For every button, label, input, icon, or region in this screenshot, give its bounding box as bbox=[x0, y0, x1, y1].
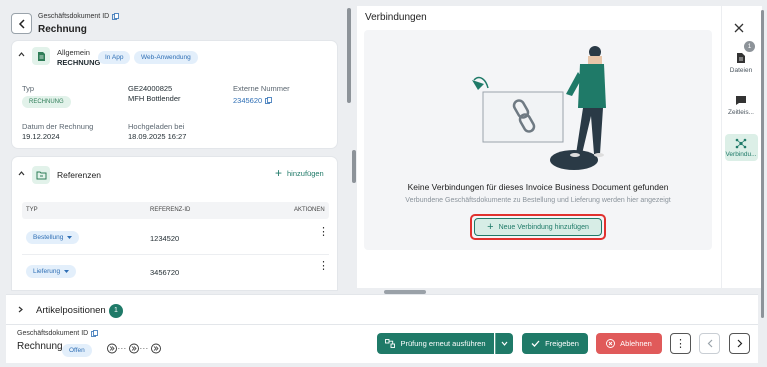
reference-type-label: Lieferung bbox=[33, 268, 61, 275]
reference-type-select[interactable]: Bestellung bbox=[26, 231, 80, 244]
col-actions-header: AKTIONEN bbox=[294, 207, 325, 213]
references-table-header: TYP REFERENZ-ID AKTIONEN bbox=[22, 202, 329, 219]
articles-title: Artikelpositionen bbox=[36, 305, 106, 316]
caret-down-icon bbox=[64, 270, 70, 273]
workflow-steps-icon bbox=[107, 343, 161, 354]
more-vertical-icon: ⋮ bbox=[675, 337, 686, 350]
rail-connections[interactable]: Verbindu... bbox=[723, 138, 759, 158]
uploaded-value: 18.09.2025 16:27 bbox=[128, 132, 187, 141]
rail-timeline[interactable]: Zeitleis... bbox=[723, 95, 759, 116]
right-scrollbar-thumb[interactable] bbox=[761, 10, 764, 318]
general-section-label: Allgemein bbox=[57, 48, 90, 57]
left-scrollbar-thumb[interactable] bbox=[347, 8, 351, 103]
rail-files[interactable]: Dateien bbox=[723, 52, 759, 74]
chip-web-app: Web-Anwendung bbox=[134, 51, 198, 64]
chat-icon bbox=[736, 96, 746, 105]
approve-button[interactable]: Freigeben bbox=[522, 333, 588, 354]
add-connection-label: Neue Verbindung hinzufügen bbox=[498, 223, 589, 231]
chevron-down-icon bbox=[501, 341, 508, 346]
connection-illustration bbox=[472, 46, 606, 170]
col-type-header: TYP bbox=[26, 207, 38, 213]
document-icon bbox=[32, 47, 50, 65]
more-actions-button[interactable]: ⋮ bbox=[670, 333, 691, 354]
row-actions-menu-icon[interactable]: ⋮ bbox=[318, 227, 329, 238]
typ-badge: RECHNUNG bbox=[22, 96, 71, 108]
next-document-button[interactable] bbox=[729, 333, 750, 354]
add-reference-label: hinzufügen bbox=[287, 168, 324, 178]
copy-icon[interactable] bbox=[91, 330, 99, 337]
plus-icon: + bbox=[487, 221, 494, 233]
references-card: Referenzen + hinzufügen TYP REFERENZ-ID … bbox=[12, 157, 337, 290]
folder-icon bbox=[32, 166, 50, 184]
doc-type-label: Geschäftsdokument ID bbox=[38, 13, 110, 20]
reject-label: Ablehnen bbox=[620, 339, 652, 348]
caret-down-icon bbox=[67, 236, 73, 239]
external-number-link[interactable]: 2345620 bbox=[233, 96, 262, 105]
document-number: GE24000825 bbox=[128, 84, 173, 93]
external-number-label: Externe Nummer bbox=[233, 84, 290, 93]
rail-connections-label: Verbindu... bbox=[725, 151, 757, 158]
plus-icon: + bbox=[275, 166, 283, 180]
horizontal-resize-handle[interactable] bbox=[384, 290, 426, 294]
recheck-dropdown-button[interactable] bbox=[495, 333, 513, 354]
general-card: Allgemein RECHNUNG In App Web-Anwendung … bbox=[12, 41, 337, 148]
uploaded-label: Hochgeladen bei bbox=[128, 122, 185, 131]
copy-icon[interactable] bbox=[265, 97, 273, 104]
footer-doc-type-label: Geschäftsdokument ID bbox=[17, 330, 89, 337]
reference-id: 1234520 bbox=[150, 234, 180, 243]
check-icon bbox=[531, 340, 540, 347]
chevron-left-icon bbox=[18, 18, 25, 29]
previous-document-button[interactable] bbox=[699, 333, 720, 354]
approve-label: Freigeben bbox=[545, 339, 579, 348]
page-title: Rechnung bbox=[38, 24, 87, 35]
chevron-up-icon[interactable] bbox=[18, 171, 25, 176]
reference-type-select[interactable]: Lieferung bbox=[26, 265, 77, 278]
company-name: MFH Bottlender bbox=[128, 94, 181, 103]
chevron-left-icon bbox=[707, 339, 712, 348]
empty-state-title: Keine Verbindungen für dieses Invoice Bu… bbox=[407, 182, 669, 192]
connections-title: Verbindungen bbox=[365, 12, 427, 23]
network-icon bbox=[735, 138, 747, 149]
row-actions-menu-icon[interactable]: ⋮ bbox=[318, 261, 329, 272]
close-circle-icon bbox=[606, 339, 616, 348]
reference-id: 3456720 bbox=[150, 268, 180, 277]
status-badge: Offen bbox=[62, 344, 92, 357]
typ-label: Typ bbox=[22, 84, 35, 93]
splitter-handle[interactable] bbox=[352, 150, 356, 183]
table-row: Bestellung 1234520 ⋮ bbox=[22, 221, 329, 255]
general-section-value: RECHNUNG bbox=[57, 58, 101, 67]
references-title: Referenzen bbox=[57, 170, 101, 180]
chevron-right-icon[interactable] bbox=[18, 306, 23, 313]
chevron-up-icon[interactable] bbox=[18, 52, 25, 57]
add-connection-button[interactable]: + Neue Verbindung hinzufügen bbox=[474, 218, 602, 236]
files-count-badge: 1 bbox=[744, 41, 755, 52]
chevron-right-icon bbox=[737, 339, 742, 348]
empty-state-subtitle: Verbundene Geschäftsdokumente zu Bestell… bbox=[405, 197, 671, 204]
chip-in-app: In App bbox=[98, 51, 131, 64]
articles-count-badge: 1 bbox=[109, 304, 123, 318]
table-row: Lieferung 3456720 ⋮ bbox=[22, 255, 329, 289]
footer-doc-title: Rechnung bbox=[17, 341, 63, 352]
close-icon[interactable] bbox=[734, 20, 748, 34]
reject-button[interactable]: Ablehnen bbox=[596, 333, 662, 354]
invoice-date-value: 19.12.2024 bbox=[22, 132, 60, 141]
add-reference-button[interactable]: + hinzufügen bbox=[275, 166, 324, 180]
flow-icon bbox=[385, 339, 396, 348]
rail-timeline-label: Zeitleis... bbox=[727, 109, 754, 116]
app-window: Geschäftsdokument ID Rechnung Allgemein … bbox=[0, 0, 767, 367]
file-icon bbox=[737, 53, 745, 63]
reference-type-label: Bestellung bbox=[33, 234, 64, 241]
copy-icon[interactable] bbox=[112, 13, 120, 20]
back-button[interactable] bbox=[11, 13, 32, 34]
col-id-header: REFERENZ-ID bbox=[150, 207, 191, 213]
rail-files-label: Dateien bbox=[729, 67, 753, 74]
recheck-label: Prüfung erneut ausführen bbox=[400, 339, 486, 348]
recheck-button[interactable]: Prüfung erneut ausführen bbox=[377, 333, 494, 354]
invoice-date-label: Datum der Rechnung bbox=[22, 122, 94, 131]
